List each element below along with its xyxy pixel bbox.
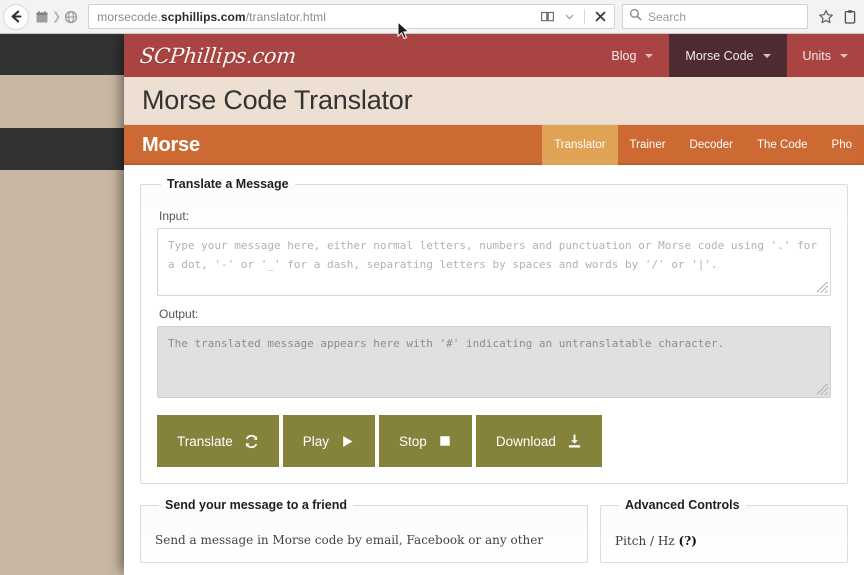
- calendar-icon[interactable]: [31, 4, 53, 30]
- nav-item-label: Blog: [611, 48, 637, 63]
- pitch-label-text: Pitch / Hz: [615, 534, 675, 548]
- download-button-label: Download: [495, 433, 556, 449]
- nav-item-blog[interactable]: Blog: [595, 34, 669, 77]
- page-content: Translate a Message Input: Type your mes…: [124, 165, 864, 564]
- back-arrow-icon: [9, 9, 24, 24]
- tab-label: Decoder: [689, 139, 734, 151]
- url-path: /translator.html: [245, 9, 326, 24]
- nav-item-units[interactable]: Units: [787, 34, 864, 77]
- search-icon: [629, 8, 642, 26]
- desktop-band-tan-lower: [0, 170, 124, 575]
- breadcrumb[interactable]: ❯: [31, 4, 82, 30]
- nav-item-label: Morse Code: [685, 48, 754, 63]
- site-logo[interactable]: SCPhillips.com: [139, 44, 298, 68]
- tab-translator[interactable]: Translator: [542, 125, 618, 165]
- translate-panel: Translate a Message Input: Type your mes…: [140, 177, 848, 484]
- search-input[interactable]: Search: [648, 10, 686, 24]
- website-page: SCPhillips.com Blog Morse Code Units Mor…: [124, 34, 864, 575]
- download-button[interactable]: Download: [475, 415, 602, 467]
- url-domain: scphillips.com: [160, 9, 246, 24]
- input-placeholder: Type your message here, either normal le…: [168, 239, 818, 272]
- advanced-panel-legend: Advanced Controls: [625, 498, 740, 512]
- action-button-row: Translate Play Stop Download: [157, 415, 831, 467]
- stop-x-icon[interactable]: [590, 6, 610, 27]
- tab-label: Translator: [554, 139, 606, 151]
- nav-item-morse-code[interactable]: Morse Code: [669, 34, 787, 77]
- desktop-band-tan-upper: [0, 75, 124, 128]
- chevron-down-icon: [645, 53, 654, 58]
- output-label: Output:: [159, 307, 199, 321]
- tab-trainer[interactable]: Trainer: [618, 125, 678, 165]
- tab-label: Trainer: [629, 139, 666, 151]
- input-textarea[interactable]: Type your message here, either normal le…: [157, 228, 831, 296]
- browser-toolbar-right: [808, 6, 864, 27]
- clipboard-icon[interactable]: [838, 6, 862, 27]
- page-title: Morse Code Translator: [142, 85, 413, 115]
- section-bar: Morse Translator Trainer Decoder The Cod…: [124, 125, 864, 165]
- send-panel-wrapper: Send your message to a friend Send a mes…: [140, 498, 588, 564]
- desktop-band-dark-mid: [0, 128, 124, 170]
- play-icon: [340, 434, 355, 449]
- globe-icon[interactable]: [60, 4, 82, 30]
- screenshot-root: ❯ morsecode.scphillips.com/translator.ht…: [0, 0, 864, 575]
- advanced-panel-wrapper: Advanced Controls Pitch / Hz (?): [600, 498, 848, 563]
- pitch-control-label: Pitch / Hz (?): [615, 534, 833, 548]
- browser-toolbar: ❯ morsecode.scphillips.com/translator.ht…: [0, 0, 864, 34]
- send-panel-legend: Send your message to a friend: [165, 498, 347, 512]
- pitch-help-icon[interactable]: (?): [678, 534, 696, 548]
- url-prefix: morsecode.: [97, 9, 161, 24]
- bottom-panels: Send your message to a friend Send a mes…: [140, 498, 848, 564]
- site-navbar: SCPhillips.com Blog Morse Code Units: [124, 34, 864, 77]
- tab-decoder[interactable]: Decoder: [678, 125, 745, 165]
- output-textarea[interactable]: The translated message appears here with…: [157, 326, 831, 398]
- download-icon: [567, 433, 582, 449]
- page-title-band: Morse Code Translator: [124, 77, 864, 125]
- chevron-down-icon[interactable]: [559, 6, 579, 27]
- nav-item-label: Units: [802, 48, 831, 63]
- url-text: morsecode.scphillips.com/translator.html: [97, 10, 537, 24]
- translate-panel-legend: Translate a Message: [167, 177, 289, 191]
- desktop-band-dark-top: [0, 34, 124, 75]
- play-button[interactable]: Play: [282, 415, 376, 467]
- resize-grip-icon[interactable]: [817, 282, 828, 293]
- tab-phone[interactable]: Pho: [820, 125, 864, 165]
- stop-button[interactable]: Stop: [379, 415, 472, 467]
- play-button-label: Play: [302, 433, 330, 449]
- site-nav-items: Blog Morse Code Units: [595, 34, 864, 77]
- section-tabs: Translator Trainer Decoder The Code Pho: [542, 125, 864, 165]
- chevron-down-icon: [762, 53, 771, 58]
- send-panel: Send your message to a friend Send a mes…: [140, 498, 588, 564]
- tab-label: The Code: [757, 139, 808, 151]
- stop-button-label: Stop: [399, 433, 427, 449]
- input-label: Input:: [159, 209, 190, 223]
- browser-search-box[interactable]: Search: [622, 4, 808, 29]
- translate-button[interactable]: Translate: [157, 415, 279, 467]
- chevron-down-icon: [840, 53, 848, 58]
- stop-square-icon: [438, 434, 452, 448]
- star-icon[interactable]: [814, 6, 838, 27]
- address-bar-actions: [537, 6, 610, 27]
- tab-the-code[interactable]: The Code: [745, 125, 820, 165]
- tab-label: Pho: [831, 139, 852, 151]
- resize-grip-icon[interactable]: [817, 384, 828, 395]
- section-title: Morse: [142, 133, 200, 156]
- output-placeholder: The translated message appears here with…: [168, 337, 725, 350]
- toolbar-divider: [584, 9, 585, 24]
- refresh-icon: [244, 434, 259, 449]
- back-button[interactable]: [3, 3, 29, 30]
- reader-view-icon[interactable]: [537, 6, 557, 27]
- translate-button-label: Translate: [177, 433, 233, 449]
- advanced-panel: Advanced Controls Pitch / Hz (?): [600, 498, 848, 563]
- send-panel-body: Send a message in Morse code by email, F…: [155, 533, 544, 547]
- address-bar[interactable]: morsecode.scphillips.com/translator.html: [88, 4, 615, 29]
